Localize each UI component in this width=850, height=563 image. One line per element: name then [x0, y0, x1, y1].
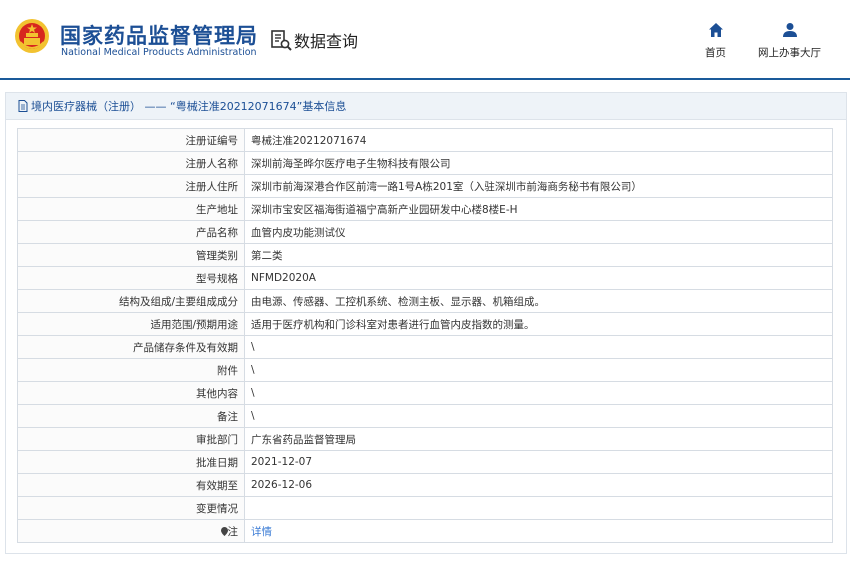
- data-query-link[interactable]: 数据查询: [270, 28, 358, 52]
- panel-title: 境内医疗器械（注册） —— “粤械注准20212071674”基本信息: [31, 100, 347, 113]
- field-value: [244, 496, 833, 520]
- table-row: 注册人住所 深圳市前海深港合作区前湾一路1号A栋201室（入驻深圳市前海商务秘书有…: [17, 174, 833, 198]
- field-value: 深圳市宝安区福海街道福宁高新产业园研发中心楼8楼E-H: [244, 197, 833, 221]
- field-value: \: [244, 381, 833, 405]
- table-row: 其他内容 \: [17, 381, 833, 405]
- field-label: 附件: [17, 358, 245, 382]
- table-row: 型号规格 NFMD2020A: [17, 266, 833, 290]
- field-label: 产品储存条件及有效期: [17, 335, 245, 359]
- field-value: 深圳前海圣晔尔医疗电子生物科技有限公司: [244, 151, 833, 175]
- table-row: 管理类别 第二类: [17, 243, 833, 267]
- field-value: NFMD2020A: [244, 266, 833, 290]
- details-link[interactable]: 详情: [251, 526, 272, 538]
- field-value: \: [244, 335, 833, 359]
- nav-online-service-button[interactable]: 网上办事大厅: [758, 22, 821, 60]
- note-value-cell: 详情: [244, 519, 833, 543]
- info-table: 注册证编号 粤械注准20212071674 注册人名称 深圳前海圣晔尔医疗电子生物科…: [17, 128, 833, 543]
- field-label: 变更情况: [17, 496, 245, 520]
- table-row: 变更情况: [17, 496, 833, 520]
- field-label: 管理类别: [17, 243, 245, 267]
- table-row: 有效期至 2026-12-06: [17, 473, 833, 497]
- home-icon: [708, 23, 723, 37]
- table-row: 适用范围/预期用途 适用于医疗机构和门诊科室对患者进行血管内皮指数的测量。: [17, 312, 833, 336]
- table-row: 产品名称 血管内皮功能测试仪: [17, 220, 833, 244]
- nav-home-label: 首页: [705, 47, 726, 59]
- field-value: 粤械注准20212071674: [244, 128, 833, 152]
- nav-online-service-label: 网上办事大厅: [758, 47, 821, 59]
- field-value: 由电源、传感器、工控机系统、检测主板、显示器、机箱组成。: [244, 289, 833, 313]
- table-row: 注册证编号 粤械注准20212071674: [17, 128, 833, 152]
- table-row: 注册人名称 深圳前海圣晔尔医疗电子生物科技有限公司: [17, 151, 833, 175]
- field-value: 血管内皮功能测试仪: [244, 220, 833, 244]
- field-value: 第二类: [244, 243, 833, 267]
- panel-title-bar: 境内医疗器械（注册） —— “粤械注准20212071674”基本信息: [6, 93, 846, 120]
- field-value: \: [244, 358, 833, 382]
- national-emblem-icon: [15, 19, 49, 53]
- location-pin-icon: [220, 526, 228, 536]
- field-label: 批准日期: [17, 450, 245, 474]
- field-label: 注册人住所: [17, 174, 245, 198]
- note-label-cell: 注: [17, 519, 245, 543]
- field-label: 注册证编号: [17, 128, 245, 152]
- table-row: 结构及组成/主要组成成分 由电源、传感器、工控机系统、检测主板、显示器、机箱组成。: [17, 289, 833, 313]
- field-label: 型号规格: [17, 266, 245, 290]
- field-label: 结构及组成/主要组成成分: [17, 289, 245, 313]
- data-query-label: 数据查询: [294, 32, 359, 51]
- field-value: 适用于医疗机构和门诊科室对患者进行血管内皮指数的测量。: [244, 312, 833, 336]
- table-row: 批准日期 2021-12-07: [17, 450, 833, 474]
- field-label: 注册人名称: [17, 151, 245, 175]
- table-row: 备注 \: [17, 404, 833, 428]
- field-label: 有效期至: [17, 473, 245, 497]
- table-row: 附件 \: [17, 358, 833, 382]
- table-row: 生产地址 深圳市宝安区福海街道福宁高新产业园研发中心楼8楼E-H: [17, 197, 833, 221]
- field-value: \: [244, 404, 833, 428]
- table-row: 产品储存条件及有效期 \: [17, 335, 833, 359]
- field-label: 备注: [17, 404, 245, 428]
- field-label: 其他内容: [17, 381, 245, 405]
- field-label: 注: [227, 525, 239, 538]
- table-row: 注 详情: [17, 519, 833, 543]
- field-value: 广东省药品监督管理局: [244, 427, 833, 451]
- detail-panel: 境内医疗器械（注册） —— “粤械注准20212071674”基本信息 注册证编…: [5, 92, 847, 554]
- table-row: 审批部门 广东省药品监督管理局: [17, 427, 833, 451]
- field-value: 2026-12-06: [244, 473, 833, 497]
- field-value: 深圳市前海深港合作区前湾一路1号A栋201室（入驻深圳市前海商务秘书有限公司）: [244, 174, 833, 198]
- user-icon: [782, 23, 797, 37]
- document-search-icon: [271, 30, 292, 51]
- site-subtitle: National Medical Products Administration: [61, 47, 257, 58]
- field-label: 产品名称: [17, 220, 245, 244]
- field-value: 2021-12-07: [244, 450, 833, 474]
- nav-home-button[interactable]: 首页: [705, 22, 726, 60]
- field-label: 适用范围/预期用途: [17, 312, 245, 336]
- site-title: 国家药品监督管理局: [60, 24, 258, 48]
- document-icon: [18, 100, 28, 112]
- site-header: 国家药品监督管理局 National Medical Products Admi…: [0, 0, 850, 80]
- field-label: 审批部门: [17, 427, 245, 451]
- field-label: 生产地址: [17, 197, 245, 221]
